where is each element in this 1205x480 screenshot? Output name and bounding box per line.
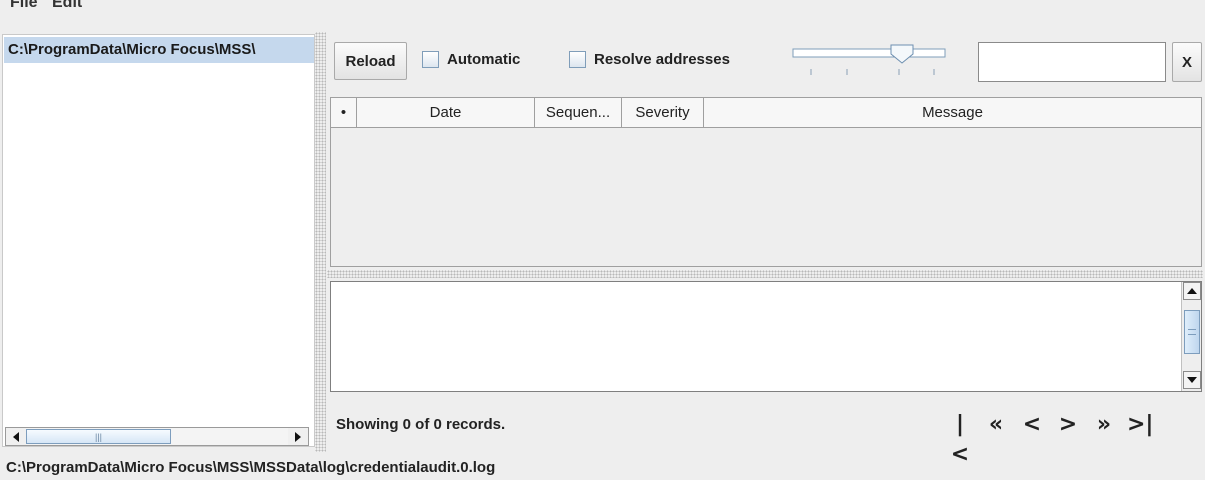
scroll-left-button[interactable]	[6, 428, 26, 445]
selected-folder-item[interactable]: C:\ProgramData\Micro Focus\MSS\	[4, 37, 314, 63]
previous-block-button[interactable]: «	[983, 410, 1009, 440]
column-header-sequence[interactable]: Sequen...	[535, 98, 622, 128]
grip-icon	[1188, 329, 1196, 335]
clear-filter-button[interactable]: X	[1172, 42, 1202, 82]
menu-bar: File Edit	[0, 0, 1205, 30]
next-page-button[interactable]: >	[1055, 410, 1081, 440]
severity-slider[interactable]	[789, 42, 949, 82]
resolve-addresses-checkbox-box[interactable]	[569, 51, 586, 68]
first-page-button[interactable]: |<	[947, 410, 973, 467]
scroll-right-button[interactable]	[288, 428, 308, 445]
toolbar: Reload Automatic Resolve addresses X	[327, 32, 1203, 88]
record-count-status: Showing 0 of 0 records.	[336, 416, 506, 433]
slider-graphic	[792, 44, 946, 75]
table-header: • Date Sequen... Severity Message	[331, 98, 1201, 128]
log-folder-tree[interactable]: C:\ProgramData\Micro Focus\MSS\ |||	[2, 34, 315, 447]
reload-button[interactable]: Reload	[334, 42, 407, 80]
filter-input[interactable]	[978, 42, 1166, 82]
automatic-checkbox-box[interactable]	[422, 51, 439, 68]
vertical-scrollbar[interactable]	[1181, 282, 1201, 391]
arrow-down-icon	[1187, 377, 1197, 383]
vertical-split-divider[interactable]	[315, 32, 326, 452]
scroll-up-button[interactable]	[1183, 282, 1201, 300]
last-page-button[interactable]: >|	[1127, 410, 1153, 440]
record-detail-text-area[interactable]	[330, 281, 1202, 392]
arrow-right-icon	[295, 431, 301, 442]
arrow-up-icon	[1187, 288, 1197, 294]
log-records-table[interactable]: • Date Sequen... Severity Message	[330, 97, 1202, 267]
column-header-message[interactable]: Message	[704, 98, 1201, 128]
horizontal-split-divider[interactable]	[327, 270, 1203, 278]
horizontal-scrollbar[interactable]: |||	[5, 427, 309, 446]
slider-thumb[interactable]	[890, 44, 914, 64]
column-header-date[interactable]: Date	[357, 98, 535, 128]
menu-edit[interactable]: Edit	[52, 0, 82, 12]
menu-file[interactable]: File	[10, 0, 38, 12]
column-header-severity[interactable]: Severity	[622, 98, 704, 128]
next-block-button[interactable]: »	[1091, 410, 1117, 440]
automatic-label: Automatic	[447, 51, 521, 68]
column-header-marker[interactable]: •	[331, 98, 357, 128]
resolve-addresses-checkbox[interactable]: Resolve addresses	[569, 51, 730, 68]
previous-page-button[interactable]: <	[1019, 410, 1045, 440]
log-file-path: C:\ProgramData\Micro Focus\MSS\MSSData\l…	[6, 459, 496, 476]
arrow-left-icon	[13, 431, 19, 442]
resolve-addresses-label: Resolve addresses	[594, 51, 730, 68]
horizontal-scroll-thumb[interactable]: |||	[26, 429, 171, 444]
automatic-checkbox[interactable]: Automatic	[422, 51, 520, 68]
vertical-scroll-thumb[interactable]	[1184, 310, 1200, 354]
scroll-down-button[interactable]	[1183, 371, 1201, 389]
log-viewer-pane: Reload Automatic Resolve addresses X • D…	[327, 32, 1205, 467]
